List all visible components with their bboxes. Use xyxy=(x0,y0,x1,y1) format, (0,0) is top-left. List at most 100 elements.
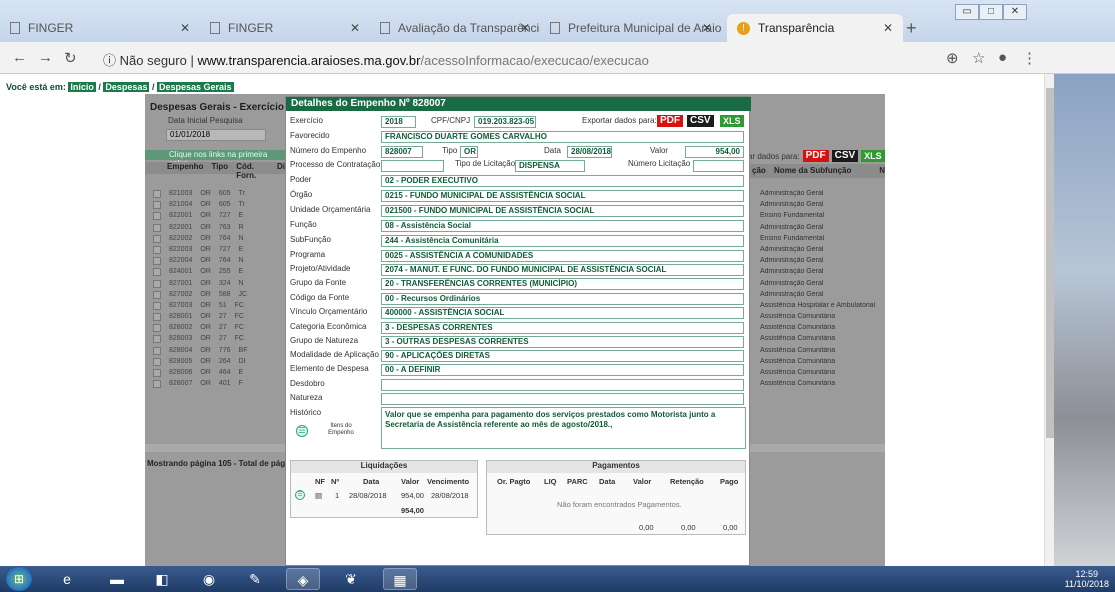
start-date-select[interactable]: 01/01/2018 xyxy=(166,129,266,141)
numero-field: 828007 xyxy=(381,146,423,158)
favorecido-field: FRANCISCO DUARTE GOMES CARVALHO xyxy=(381,131,744,143)
row-detail-icon[interactable] xyxy=(153,335,161,344)
close-icon[interactable]: ✕ xyxy=(520,21,530,35)
tab-transparencia[interactable]: ! Transparência ✕ xyxy=(727,14,903,42)
table-cell: 727 xyxy=(218,245,231,253)
close-icon[interactable]: ✕ xyxy=(350,21,360,35)
breadcrumb-despesas[interactable]: Despesas xyxy=(103,82,150,92)
row-detail-icon[interactable] xyxy=(153,313,161,322)
table-row[interactable]: 822001 OR 727 E xyxy=(145,212,285,223)
table-row[interactable]: 827001 OR 324 N xyxy=(145,279,285,291)
account-icon[interactable]: ● xyxy=(998,49,1007,66)
row-detail-icon[interactable] xyxy=(153,201,161,210)
close-icon[interactable]: ✕ xyxy=(180,21,190,35)
table-row[interactable]: 828001 OR 27 FC xyxy=(145,313,285,324)
liquidacao-detail-icon[interactable]: ☰ xyxy=(295,490,305,500)
table-row[interactable]: 828003 OR 27 FC xyxy=(145,335,285,346)
minimize-icon[interactable]: ▭ xyxy=(955,4,979,20)
start-date-label: Data Inicial Pesquisa xyxy=(168,116,243,125)
row-detail-icon[interactable] xyxy=(153,212,161,221)
tab-avaliacao[interactable]: Avaliação da Transparência do✕ xyxy=(370,14,540,42)
tab-finger-2[interactable]: FINGER ✕ xyxy=(200,14,370,42)
close-icon[interactable]: ✕ xyxy=(702,21,712,35)
xls-export-button[interactable]: XLS xyxy=(720,115,744,127)
maximize-icon[interactable]: □ xyxy=(979,4,1003,20)
url-field[interactable]: ⓘ Não seguro | www.transparencia.araiose… xyxy=(103,50,649,69)
row-detail-icon[interactable] xyxy=(153,245,161,254)
table-cell: OR xyxy=(200,369,211,376)
back-icon[interactable]: ← xyxy=(12,49,27,66)
table-row[interactable]: 828006 OR 464 E xyxy=(145,369,285,380)
xls-button[interactable]: XLS xyxy=(861,150,885,162)
row-detail-icon[interactable] xyxy=(153,380,161,389)
office-icon[interactable]: ◧ xyxy=(145,568,179,590)
table-row[interactable]: 824001 OR 255 E xyxy=(145,268,285,279)
ie-icon[interactable]: e xyxy=(50,568,84,590)
forward-icon[interactable]: → xyxy=(38,49,53,66)
col-pago: Pago xyxy=(720,477,739,486)
row-detail-icon[interactable] xyxy=(153,324,161,333)
nf-icon[interactable]: ▤ xyxy=(315,491,322,500)
subfuncao-cell: Assistência Comunitária xyxy=(760,357,836,365)
table-row[interactable]: 828005 OR 264 DI xyxy=(145,357,285,369)
leaf-icon[interactable]: ❦ xyxy=(334,568,368,590)
breadcrumb-inicio[interactable]: Início xyxy=(68,82,96,92)
spreadsheet-icon[interactable]: ▦ xyxy=(383,568,417,590)
breadcrumb-despesas-gerais[interactable]: Despesas Gerais xyxy=(156,82,234,92)
table-row[interactable]: 822001 OR 763 R xyxy=(145,223,285,235)
row-detail-icon[interactable] xyxy=(153,257,161,266)
table-cell: 822004 xyxy=(169,257,193,265)
row-detail-icon[interactable] xyxy=(153,301,161,310)
csv-export-button[interactable]: CSV xyxy=(687,115,714,127)
itens-empenho-icon[interactable]: ☰ xyxy=(296,425,308,437)
explorer-icon[interactable]: ▬ xyxy=(100,568,134,590)
row-detail-icon[interactable] xyxy=(153,357,161,366)
table-cell: 828003 xyxy=(169,335,193,343)
row-detail-icon[interactable] xyxy=(153,234,161,243)
row-detail-icon[interactable] xyxy=(153,369,161,377)
table-cell: OR xyxy=(200,201,211,209)
row-detail-icon[interactable] xyxy=(153,279,161,288)
menu-icon[interactable]: ⋮ xyxy=(1022,49,1037,67)
app-icon[interactable]: ◈ xyxy=(286,568,320,590)
close-window-icon[interactable]: ✕ xyxy=(1003,4,1027,20)
row-detail-icon[interactable] xyxy=(153,268,161,277)
total-pago: 0,00 xyxy=(723,523,738,532)
pdf-button[interactable]: PDF xyxy=(802,150,829,162)
scrollbar-thumb[interactable] xyxy=(1046,88,1054,438)
empty-message: Não foram encontrados Pagamentos. xyxy=(557,500,682,509)
table-cell: OR xyxy=(200,234,211,242)
table-cell: 727 xyxy=(218,212,231,220)
clock[interactable]: 12:59 11/10/2018 xyxy=(1065,569,1109,589)
table-row[interactable]: 828004 OR 776 BF xyxy=(145,346,285,358)
start-button[interactable]: ⊞ xyxy=(6,567,32,591)
table-cell: FC xyxy=(234,313,244,321)
new-tab-icon[interactable]: + xyxy=(906,18,917,39)
liquidacao-vencimento: 28/08/2018 xyxy=(431,491,469,500)
row-detail-icon[interactable] xyxy=(153,346,161,355)
page-scrollbar[interactable] xyxy=(1044,74,1054,566)
table-row[interactable]: 821003 OR 605 Tr xyxy=(145,190,285,201)
chrome-icon[interactable]: ◉ xyxy=(192,568,226,590)
reload-icon[interactable]: ↻ xyxy=(64,49,77,67)
pdf-export-button[interactable]: PDF xyxy=(657,115,683,127)
table-row[interactable]: 827003 OR 51 FC xyxy=(145,301,285,313)
table-row[interactable]: 822003 OR 727 E xyxy=(145,245,285,257)
tab-finger-1[interactable]: FINGER ✕ xyxy=(0,14,200,42)
subfuncao-cell: Administração Geral xyxy=(760,290,824,298)
paint-icon[interactable]: ✎ xyxy=(238,568,272,590)
table-row[interactable]: 821004 OR 605 Tr xyxy=(145,201,285,212)
tab-prefeitura[interactable]: Prefeitura Municipal de Araioses✕ xyxy=(540,14,722,42)
table-row[interactable]: 828002 OR 27 FC xyxy=(145,324,285,335)
close-icon[interactable]: ✕ xyxy=(883,21,893,35)
star-icon[interactable]: ☆ xyxy=(972,49,985,67)
row-detail-icon[interactable] xyxy=(153,223,161,232)
csv-button[interactable]: CSV xyxy=(831,150,859,162)
row-detail-icon[interactable] xyxy=(153,290,161,299)
table-row[interactable]: 827002 OR 588 JC xyxy=(145,290,285,302)
table-row[interactable]: 822002 OR 764 N xyxy=(145,234,285,246)
table-row[interactable]: 822004 OR 764 N xyxy=(145,257,285,268)
table-row[interactable]: 828007 OR 401 F xyxy=(145,380,285,391)
zoom-icon[interactable]: ⊕ xyxy=(946,49,959,67)
row-detail-icon[interactable] xyxy=(153,190,161,198)
